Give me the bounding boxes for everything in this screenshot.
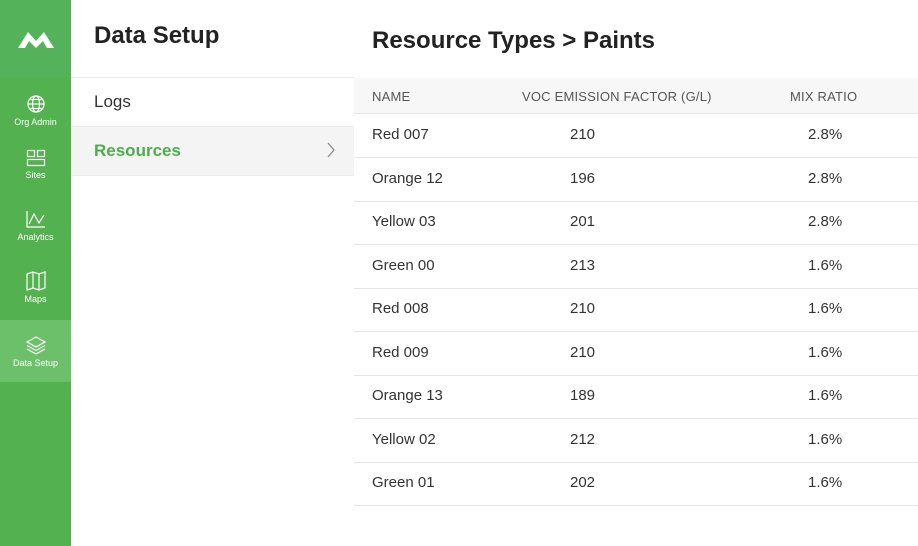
cell-mix-ratio: 1.6% [808,431,843,448]
table-row[interactable]: Red 009 210 1.6% [354,332,918,376]
cell-mix-ratio: 2.8% [808,126,843,143]
cell-name: Red 009 [372,344,429,361]
column-header-voc[interactable]: VOC EMISSION FACTOR (G/L) [522,89,712,104]
table-row[interactable]: Red 008 210 1.6% [354,288,918,332]
cell-name: Yellow 02 [372,431,436,448]
cell-name: Red 008 [372,300,429,317]
cell-voc: 210 [570,344,596,361]
cell-voc: 210 [570,300,596,317]
layers-icon [25,335,46,355]
cell-voc: 201 [570,213,596,230]
cell-mix-ratio: 1.6% [808,344,843,361]
cell-name: Orange 13 [372,387,443,404]
rail-label-data-setup: Data Setup [12,357,59,368]
rail-item-data-setup[interactable]: Data Setup [0,320,71,382]
cell-mix-ratio: 1.6% [808,257,843,274]
cell-mix-ratio: 1.6% [808,387,843,404]
cell-name: Green 00 [372,257,435,274]
cell-voc: 196 [570,170,596,187]
table-row[interactable]: Yellow 02 212 1.6% [354,419,918,463]
cell-voc: 212 [570,431,596,448]
grid-icon [26,149,45,166]
cell-name: Orange 12 [372,170,443,187]
globe-icon [26,94,45,113]
table-row[interactable]: Green 00 213 1.6% [354,245,918,289]
app-logo[interactable] [0,0,71,78]
cell-mix-ratio: 1.6% [808,474,843,491]
map-icon [25,270,46,291]
rail-item-sites[interactable]: Sites [0,134,71,194]
chevron-right-icon [327,142,335,158]
cell-voc: 202 [570,474,596,491]
table-header: NAME VOC EMISSION FACTOR (G/L) MIX RATIO [354,78,918,114]
sidebar-title: Data Setup [94,22,220,49]
cell-voc: 213 [570,257,596,274]
logo-icon [17,32,54,48]
sidebar-item-resources[interactable]: Resources [71,127,354,176]
rail-label-sites: Sites [25,169,46,180]
column-header-name[interactable]: NAME [372,89,410,104]
app-nav-rail: Org Admin Sites Analytics Maps Data Setu… [0,0,71,546]
rail-item-analytics[interactable]: Analytics [0,195,71,255]
sidebar-item-logs[interactable]: Logs [71,78,354,127]
cell-name: Green 01 [372,474,435,491]
table-row[interactable]: Yellow 03 201 2.8% [354,201,918,245]
sidebar-item-label: Logs [94,92,131,111]
cell-name: Red 007 [372,126,429,143]
rail-label-maps: Maps [24,293,47,304]
rail-item-org-admin[interactable]: Org Admin [0,80,71,140]
rail-label-org-admin: Org Admin [14,116,57,127]
rail-item-maps[interactable]: Maps [0,257,71,317]
sidebar-item-label: Resources [94,141,181,160]
table-row[interactable]: Orange 13 189 1.6% [354,375,918,419]
cell-voc: 189 [570,387,596,404]
page-title: Resource Types > Paints [372,27,656,54]
cell-mix-ratio: 2.8% [808,213,843,230]
cell-mix-ratio: 2.8% [808,170,843,187]
rail-label-analytics: Analytics [17,231,54,242]
table-row[interactable]: Green 01 202 1.6% [354,462,918,506]
cell-voc: 210 [570,126,596,143]
chart-icon [25,210,45,228]
data-setup-sidebar: Data Setup Logs Resources [71,0,354,546]
column-header-mix-ratio[interactable]: MIX RATIO [790,89,857,104]
table-row[interactable]: Red 007 210 2.8% [354,114,918,158]
main-content: Resource Types > Paints NAME VOC EMISSIO… [354,0,918,546]
table-row[interactable]: Orange 12 196 2.8% [354,158,918,202]
cell-mix-ratio: 1.6% [808,300,843,317]
cell-name: Yellow 03 [372,213,436,230]
